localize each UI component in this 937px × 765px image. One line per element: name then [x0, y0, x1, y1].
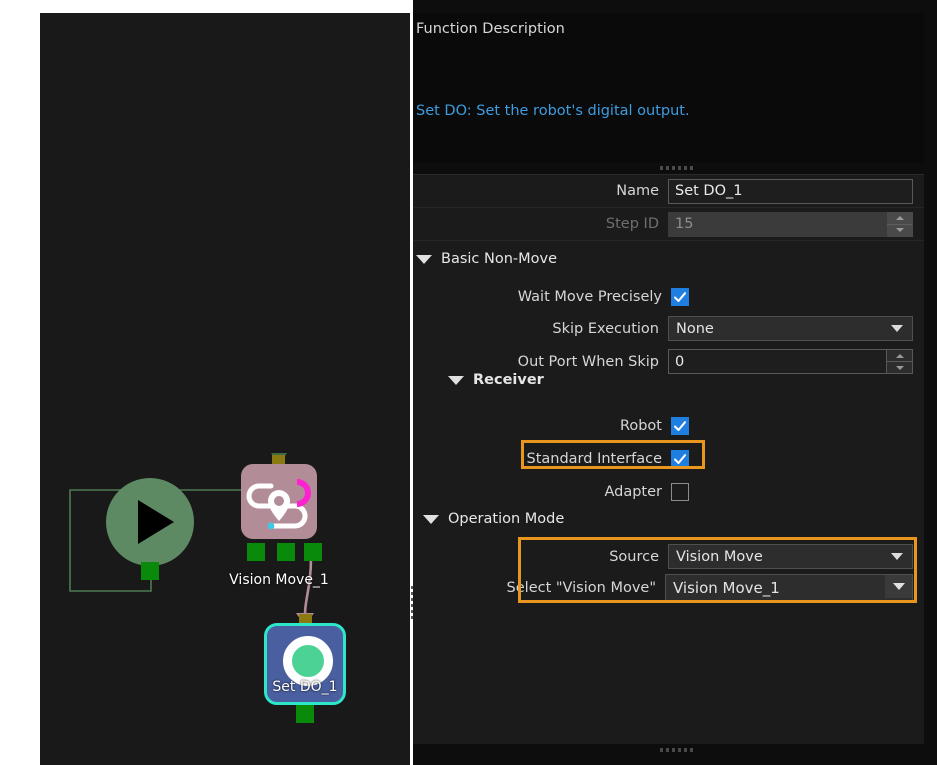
check-icon	[674, 420, 686, 431]
wait-move-precisely-checkbox[interactable]	[671, 287, 689, 306]
step-id-spinner	[887, 211, 913, 237]
row-step-id: Step ID	[413, 208, 924, 241]
chevron-down-icon	[891, 325, 903, 332]
chevron-down-icon	[892, 582, 905, 590]
node-set-do[interactable]: Set DO_1	[264, 614, 346, 723]
vision-node-body	[241, 464, 317, 539]
step-id-spinner-down	[887, 225, 912, 236]
adapter-checkbox[interactable]	[671, 482, 689, 501]
flow-canvas[interactable]: Vision Move_1 Set DO_1	[40, 13, 410, 765]
caret-down-icon	[416, 254, 432, 264]
vision-move-icon	[246, 479, 311, 530]
select-vision-move-dropdown[interactable]: Vision Move_1	[665, 573, 913, 602]
group-basic-non-move[interactable]: Basic Non-Move	[416, 251, 557, 267]
select-vision-move-arrow-button[interactable]	[885, 574, 912, 598]
step-id-spinner-up	[887, 213, 912, 225]
application-window: Vision Move_1 Set DO_1 Function Descript…	[0, 0, 937, 765]
properties-panel: Function Description Set DO: Set the rob…	[411, 0, 937, 765]
adapter-label: Adapter	[604, 483, 662, 500]
canvas-wires	[69, 453, 314, 626]
out-port-when-skip-label: Out Port When Skip	[517, 353, 659, 370]
wire-vision-to-setdo	[303, 557, 313, 621]
vision-node-output-port-3[interactable]	[304, 543, 322, 561]
select-vision-move-value: Vision Move_1	[673, 578, 780, 597]
start-node-output-port[interactable]	[141, 562, 159, 580]
source-dropdown[interactable]: Vision Move	[668, 544, 913, 569]
select-vision-move-label: Select "Vision Move"	[506, 579, 656, 596]
group-basic-non-move-label: Basic Non-Move	[441, 251, 558, 267]
out-port-spinner-up[interactable]	[887, 350, 912, 362]
skip-execution-label: Skip Execution	[552, 320, 659, 337]
form-splitter-handle[interactable]	[660, 748, 693, 753]
caret-down-icon	[448, 375, 464, 385]
step-id-input	[668, 211, 887, 237]
row-select-vision-move: Select "Vision Move" Vision Move_1	[413, 571, 924, 604]
out-port-spinner-down[interactable]	[887, 362, 912, 373]
skip-execution-value: None	[676, 320, 714, 337]
row-source: Source Vision Move	[413, 540, 924, 573]
play-icon	[138, 500, 174, 544]
name-field-wrap	[668, 178, 913, 204]
row-skip-execution: Skip Execution None	[413, 312, 924, 345]
chevron-down-icon	[891, 553, 903, 560]
out-port-when-skip-input[interactable]	[668, 349, 887, 374]
row-wait-move-precisely: Wait Move Precisely	[413, 280, 924, 313]
group-receiver[interactable]: Receiver	[448, 372, 544, 388]
robot-label: Robot	[619, 417, 662, 434]
caret-down-icon	[423, 514, 439, 524]
standard-interface-label: Standard Interface	[526, 450, 663, 467]
description-splitter-handle[interactable]	[660, 166, 693, 171]
function-description-area: Function Description Set DO: Set the rob…	[413, 13, 924, 163]
properties-form: Name Step ID Basic Non-Mo	[413, 174, 924, 744]
step-id-label: Step ID	[605, 216, 659, 232]
node-start[interactable]	[106, 478, 194, 580]
check-icon	[674, 291, 686, 302]
row-name: Name	[413, 175, 924, 208]
function-description-title: Function Description	[416, 21, 565, 37]
name-input[interactable]	[668, 178, 913, 204]
wait-move-precisely-label: Wait Move Precisely	[517, 288, 662, 305]
vision-node-output-port-1[interactable]	[247, 543, 265, 561]
group-operation-mode-label: Operation Mode	[448, 511, 565, 527]
out-port-spinner[interactable]	[887, 349, 913, 374]
step-id-field-wrap	[668, 211, 913, 237]
source-label: Source	[609, 548, 659, 565]
group-receiver-label: Receiver	[473, 372, 544, 388]
check-icon	[674, 453, 686, 464]
vision-node-output-port-2[interactable]	[277, 543, 295, 561]
source-value: Vision Move	[676, 548, 763, 565]
out-port-field-wrap	[668, 349, 913, 374]
setdo-node-output-port[interactable]	[296, 705, 314, 723]
node-vision-move[interactable]: Vision Move_1	[229, 455, 329, 588]
robot-checkbox[interactable]	[671, 416, 689, 435]
row-adapter: Adapter	[413, 475, 924, 508]
name-label: Name	[616, 183, 659, 199]
skip-execution-dropdown[interactable]: None	[668, 316, 913, 341]
row-robot: Robot	[413, 409, 924, 442]
function-description-text: Set DO: Set the robot's digital output.	[416, 103, 690, 119]
vision-node-label: Vision Move_1	[229, 572, 329, 588]
setdo-node-label: Set DO_1	[272, 679, 338, 695]
standard-interface-checkbox[interactable]	[671, 449, 689, 468]
row-standard-interface: Standard Interface	[413, 442, 924, 475]
group-operation-mode[interactable]: Operation Mode	[423, 511, 564, 527]
